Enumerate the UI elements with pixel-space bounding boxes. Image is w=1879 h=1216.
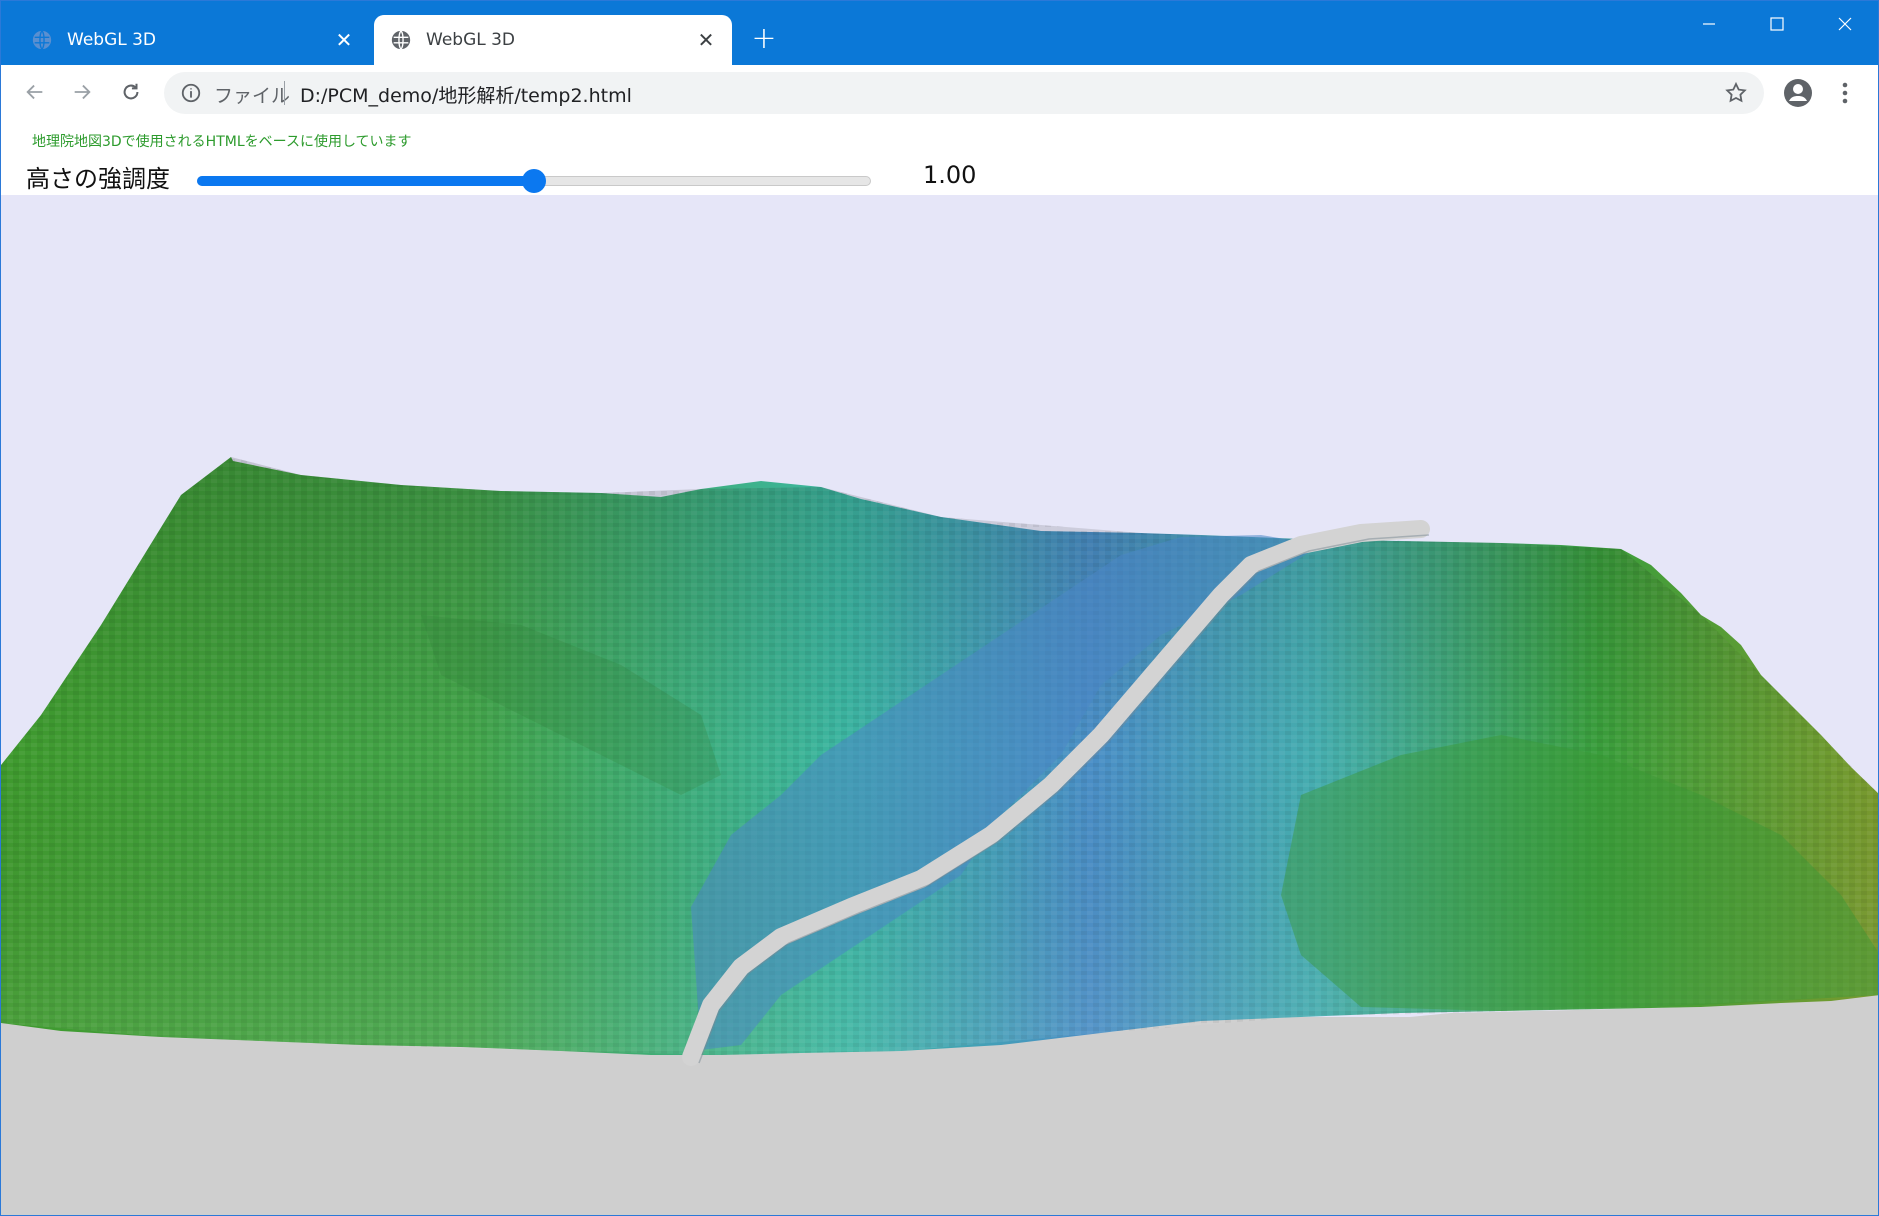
plus-icon[interactable]: + [749,24,779,55]
globe-icon [32,30,52,50]
tab-active[interactable]: WebGL 3D ✕ [374,15,732,65]
reload-icon[interactable] [115,76,147,108]
back-arrow-icon[interactable] [19,76,51,108]
forward-arrow-icon[interactable] [66,76,98,108]
height-emphasis-value: 1.00 [923,161,977,189]
profile-icon[interactable] [1782,77,1814,109]
info-icon[interactable] [180,82,202,104]
browser-window: WebGL 3D ✕ WebGL 3D ✕ + ファイル D:/PCM_demo… [0,0,1879,1216]
browser-toolbar: ファイル D:/PCM_demo/地形解析/temp2.html [1,65,1878,120]
address-scheme: ファイル [214,85,291,107]
kebab-menu-icon[interactable] [1833,77,1857,109]
page-controls: 地理院地図3Dで使用されるHTMLをベースに使用しています 高さの強調度 1.0… [1,119,1878,196]
address-divider [284,81,285,105]
address-bar[interactable]: ファイル D:/PCM_demo/地形解析/temp2.html [164,72,1764,114]
tab-inactive[interactable]: WebGL 3D ✕ [15,15,370,65]
slider-fill [197,176,534,186]
close-icon[interactable]: ✕ [332,28,356,52]
webgl-terrain-canvas[interactable] [1,195,1879,1216]
tab-strip: WebGL 3D ✕ WebGL 3D ✕ + [1,1,1878,65]
globe-icon [391,30,411,50]
tab-title: WebGL 3D [426,30,516,50]
address-url[interactable]: D:/PCM_demo/地形解析/temp2.html [300,81,632,108]
close-icon[interactable]: ✕ [694,28,718,52]
minimize-icon[interactable] [1689,9,1729,39]
maximize-icon[interactable] [1757,9,1797,39]
slider-thumb[interactable] [522,169,546,193]
height-emphasis-label: 高さの強調度 [26,165,170,193]
height-emphasis-slider[interactable] [197,166,871,196]
window-close-icon[interactable] [1825,9,1865,39]
credit-text: 地理院地図3Dで使用されるHTMLをベースに使用しています [32,134,412,150]
tab-title: WebGL 3D [67,30,157,50]
star-icon[interactable] [1724,81,1748,105]
